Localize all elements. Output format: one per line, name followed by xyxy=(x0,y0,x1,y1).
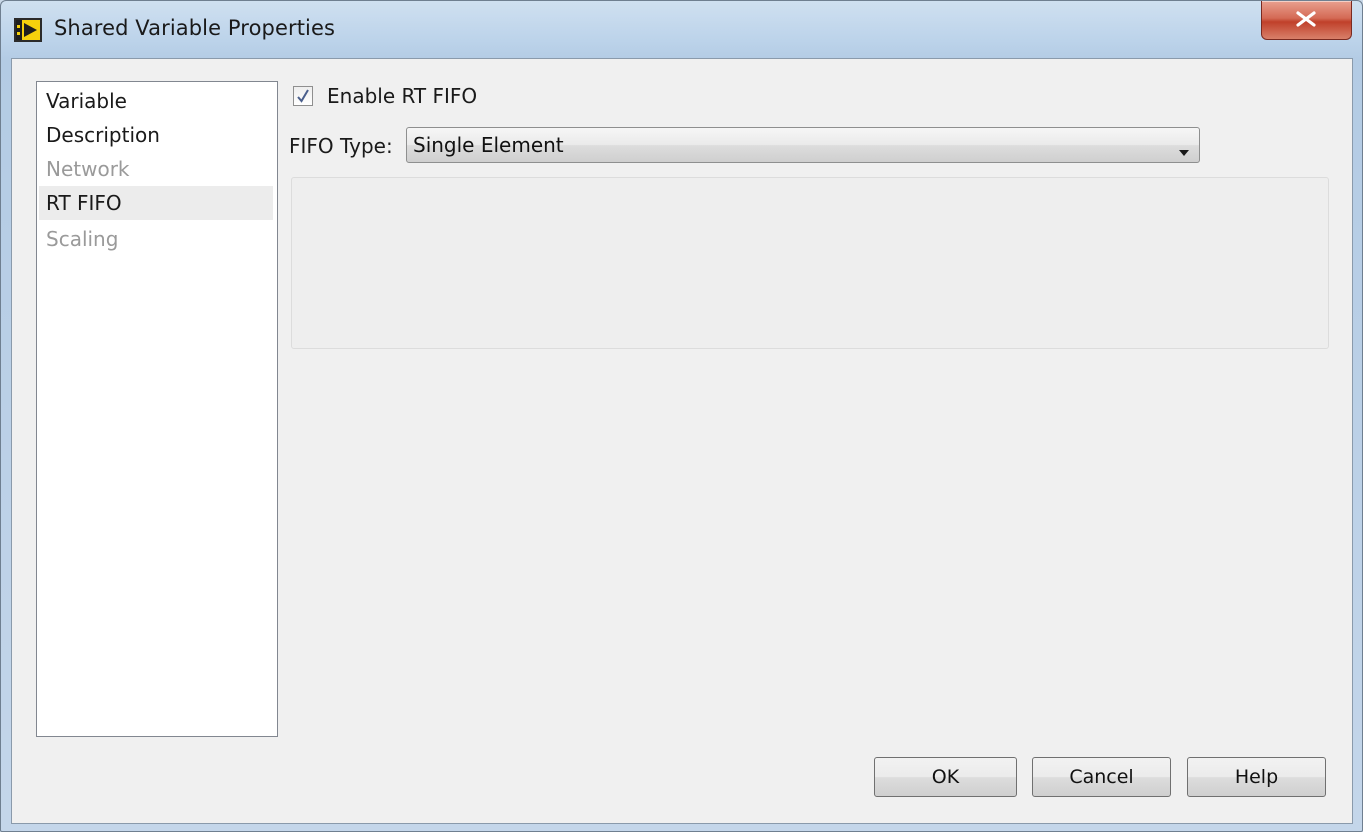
enable-rt-fifo-label[interactable]: Enable RT FIFO xyxy=(327,84,477,108)
enable-rt-fifo-checkbox[interactable] xyxy=(293,86,313,106)
fifo-type-label: FIFO Type: xyxy=(289,134,393,158)
dialog-window: Shared Variable Properties Variable Desc… xyxy=(0,0,1363,832)
ok-button[interactable]: OK xyxy=(874,757,1017,797)
window-title: Shared Variable Properties xyxy=(54,16,336,40)
cancel-button[interactable]: Cancel xyxy=(1032,757,1171,797)
fifo-type-value: Single Element xyxy=(413,133,564,157)
labview-vi-icon xyxy=(13,17,43,43)
category-item-rt-fifo[interactable]: RT FIFO xyxy=(39,186,273,220)
fifo-options-panel xyxy=(291,177,1329,349)
category-item-scaling[interactable]: Scaling xyxy=(39,222,273,256)
category-list[interactable]: Variable Description Network RT FIFO Sca… xyxy=(36,81,278,737)
category-item-description[interactable]: Description xyxy=(39,118,273,152)
close-button[interactable] xyxy=(1261,1,1352,40)
category-item-variable[interactable]: Variable xyxy=(39,84,273,118)
dropdown-arrow-icon xyxy=(1178,142,1190,161)
help-button[interactable]: Help xyxy=(1187,757,1326,797)
fifo-type-dropdown[interactable]: Single Element xyxy=(406,127,1200,163)
title-bar[interactable]: Shared Variable Properties xyxy=(1,1,1362,57)
category-item-network[interactable]: Network xyxy=(39,152,273,186)
dialog-content: Variable Description Network RT FIFO Sca… xyxy=(11,58,1353,824)
